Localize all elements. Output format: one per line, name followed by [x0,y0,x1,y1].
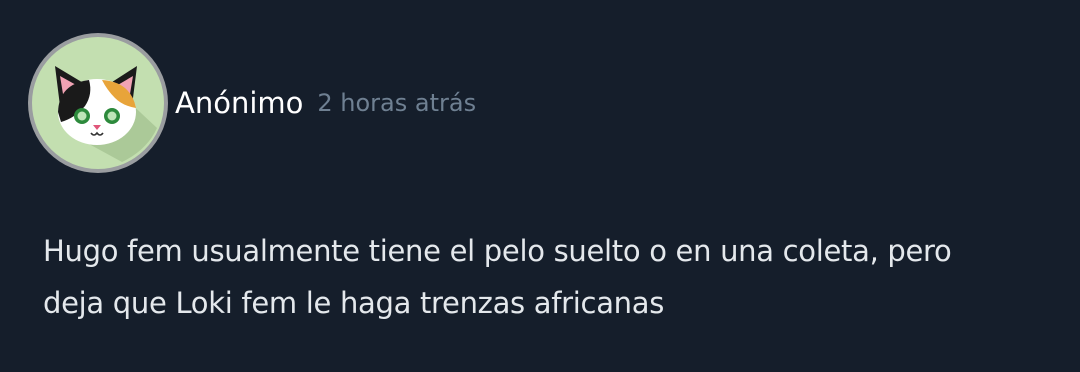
calico-cat-avatar-icon[interactable] [27,32,169,174]
post-header: Anónimo 2 horas atrás [27,32,476,174]
post-timestamp: 2 horas atrás [317,89,477,117]
post-body: Hugo fem usualmente tiene el pelo suelto… [43,225,1043,329]
anonymous-post: Anónimo 2 horas atrás Hugo fem usualment… [0,0,1080,372]
post-body-line: deja que Loki fem le haga trenzas africa… [43,286,665,320]
author-name[interactable]: Anónimo [175,86,303,120]
post-body-line: Hugo fem usualmente tiene el pelo suelto… [43,234,952,268]
